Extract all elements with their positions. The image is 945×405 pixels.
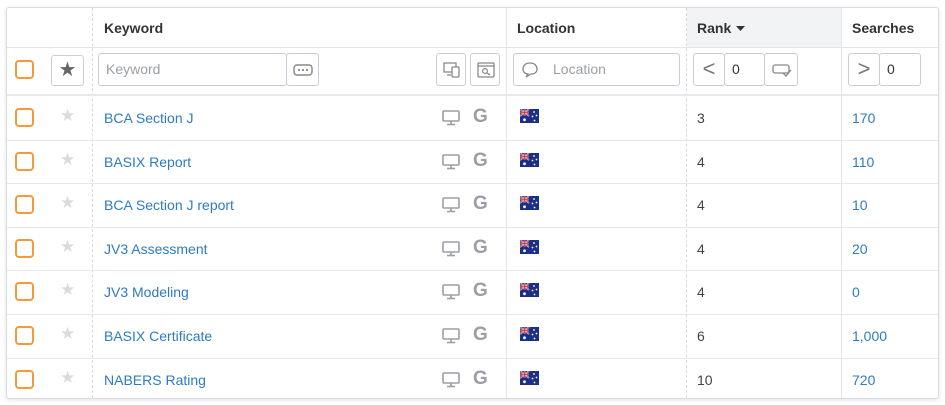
searches-column-header[interactable]: Searches (852, 20, 914, 36)
desktop-icon (442, 110, 460, 126)
google-icon: G (473, 106, 488, 127)
australia-flag-icon (520, 327, 539, 341)
star-icon[interactable]: ★ (60, 324, 75, 344)
star-icon[interactable]: ★ (60, 193, 75, 213)
rank-operator-button[interactable]: < (693, 53, 725, 86)
searches-value[interactable]: 720 (852, 372, 875, 388)
keyword-link[interactable]: NABERS Rating (104, 372, 206, 388)
row-checkbox[interactable] (15, 151, 34, 171)
caret-down-icon[interactable] (736, 26, 745, 32)
rank-value: 3 (697, 110, 705, 126)
table-row: ★ JV3 Modeling G 4 0 (7, 270, 938, 315)
google-icon: G (473, 367, 488, 389)
tag-icon (293, 64, 313, 76)
star-icon[interactable]: ★ (60, 280, 75, 300)
searches-operator-button[interactable]: > (848, 53, 880, 86)
keyword-filter-input[interactable]: Keyword (98, 53, 287, 86)
row-checkbox[interactable] (15, 238, 34, 258)
australia-flag-icon (520, 152, 539, 167)
google-icon: G (473, 280, 488, 302)
filter-row: ★ Keyword Location < 0 > 0 (7, 47, 938, 96)
star-icon[interactable]: ★ (60, 237, 75, 257)
row-checkbox[interactable] (15, 326, 34, 345)
australia-flag-icon (520, 239, 539, 254)
searches-value-input[interactable]: 0 (879, 53, 921, 86)
row-checkbox[interactable] (15, 282, 34, 302)
searches-value[interactable]: 110 (852, 154, 874, 170)
location-column-header[interactable]: Location (517, 20, 575, 36)
table-header: Keyword Location Rank Searches (7, 8, 938, 48)
rank-value: 4 (697, 197, 705, 214)
keyword-column-header[interactable]: Keyword (104, 20, 163, 36)
table-row: ★ NABERS Rating G 10 720 (7, 358, 938, 398)
table-row: ★ BCA Section J report G 4 10 (7, 183, 938, 228)
star-filter-button[interactable]: ★ (51, 55, 84, 86)
desktop-icon (442, 371, 460, 387)
rank-value: 6 (697, 328, 705, 344)
engine-filter-button[interactable] (470, 53, 500, 86)
australia-flag-icon (520, 283, 539, 298)
browser-search-icon (477, 62, 495, 78)
keyword-rankings-table: Keyword Location Rank Searches ★ Keyword (6, 7, 939, 399)
device-filter-button[interactable] (436, 53, 466, 86)
rank-value-input[interactable]: 0 (724, 53, 765, 86)
australia-flag-icon (520, 196, 539, 211)
searches-value[interactable]: 170 (852, 110, 875, 126)
australia-flag-icon (520, 109, 539, 123)
keyword-link[interactable]: BASIX Report (104, 154, 191, 170)
speech-bubble-icon (522, 62, 538, 78)
table-row: ★ BASIX Certificate G 6 1,000 (7, 314, 938, 359)
rank-value: 10 (697, 371, 713, 388)
desktop-icon (442, 197, 460, 213)
devices-icon (443, 62, 460, 78)
desktop-icon (442, 240, 460, 257)
tag-check-icon (772, 64, 792, 77)
keyword-link[interactable]: JV3 Assessment (104, 241, 208, 257)
rank-value: 4 (697, 153, 705, 170)
rank-column-header[interactable]: Rank (697, 20, 731, 36)
star-icon[interactable]: ★ (60, 368, 75, 388)
keyword-link[interactable]: BASIX Certificate (104, 328, 212, 344)
desktop-icon (442, 284, 460, 300)
keyword-link[interactable]: BCA Section J (104, 110, 194, 126)
row-checkbox[interactable] (15, 195, 34, 215)
desktop-icon (442, 153, 460, 169)
star-icon: ★ (58, 59, 77, 81)
desktop-icon (442, 328, 460, 344)
row-checkbox[interactable] (15, 369, 34, 389)
table-row: ★ JV3 Assessment G 4 20 (7, 227, 938, 272)
star-icon[interactable]: ★ (60, 150, 75, 170)
google-icon: G (473, 236, 488, 258)
google-icon: G (473, 193, 488, 215)
star-icon[interactable]: ★ (60, 106, 75, 126)
keyword-link[interactable]: JV3 Modeling (104, 284, 189, 300)
searches-value[interactable]: 1,000 (852, 328, 887, 344)
australia-flag-icon (520, 370, 539, 385)
searches-value[interactable]: 10 (852, 197, 868, 213)
rank-value: 4 (697, 240, 705, 257)
rank-options-button[interactable] (764, 53, 798, 86)
searches-value[interactable]: 0 (852, 284, 860, 300)
google-icon: G (473, 324, 488, 345)
keyword-options-button[interactable] (286, 53, 319, 86)
searches-value[interactable]: 20 (852, 241, 868, 257)
row-checkbox[interactable] (15, 108, 34, 127)
rank-value: 4 (697, 284, 705, 301)
keyword-link[interactable]: BCA Section J report (104, 197, 234, 213)
table-row: ★ BCA Section J G 3 170 (7, 96, 938, 141)
google-icon: G (473, 149, 488, 171)
table-row: ★ BASIX Report G 4 110 (7, 140, 938, 185)
select-all-checkbox[interactable] (15, 60, 34, 79)
